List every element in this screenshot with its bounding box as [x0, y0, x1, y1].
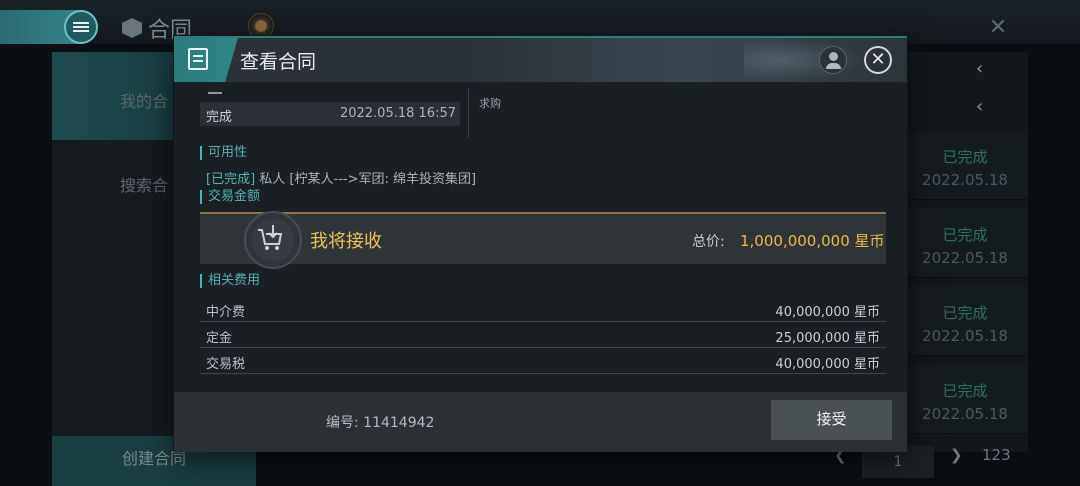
availability-status: [已完成] — [206, 172, 256, 187]
availability-heading: 可用性 — [200, 146, 247, 160]
fee-value: 40,000,000 星币 — [775, 357, 880, 372]
contract-id: 编号: 11414942 — [326, 415, 435, 431]
fee-value: 40,000,000 星币 — [775, 305, 880, 320]
row-status: 已完成 2022.05.18 — [922, 148, 1008, 189]
accept-button[interactable]: 接受 — [771, 400, 892, 440]
page-total: 123 — [982, 446, 1011, 464]
receive-label: 我将接收 — [310, 231, 382, 252]
fee-name: 交易税 — [206, 357, 246, 372]
contract-type: 求购 — [479, 97, 501, 110]
row-status: 已完成 2022.05.18 — [922, 304, 1008, 345]
chevron-left-icon[interactable]: ‹ — [976, 58, 983, 79]
dialog-footer: 编号: 11414942 接受 — [174, 392, 907, 452]
nav-item-my-contracts-label: 我的合 — [120, 92, 169, 111]
dialog-title: 查看合同 — [240, 51, 317, 73]
cart-icon — [258, 225, 283, 250]
table-row: 交易税 40,000,000 星币 — [200, 348, 886, 374]
fee-name: 定金 — [206, 331, 233, 346]
close-icon[interactable]: ✕ — [864, 46, 892, 74]
availability-text: 私人 [柠某人--->军团: 绵羊投资集团] — [259, 172, 477, 187]
view-contract-dialog: 查看合同 ✕ 完成 2022.05.18 16:57 求购 可用性 [已完成] … — [174, 36, 907, 452]
row-status: 已完成 2022.05.18 — [922, 382, 1008, 423]
person-icon[interactable] — [819, 46, 847, 74]
dialog-header: 查看合同 ✕ — [174, 38, 907, 82]
status-text: 完成 — [206, 110, 233, 125]
status-time: 2022.05.18 16:57 — [339, 106, 456, 121]
chevron-left-icon[interactable]: ‹ — [976, 96, 983, 117]
table-row: 定金 25,000,000 星币 — [200, 322, 886, 348]
menu-icon[interactable] — [64, 10, 98, 44]
total-value: 1,000,000,000 星币 — [740, 232, 885, 250]
fee-name: 中介费 — [206, 305, 246, 320]
amount-panel: 我将接收 总价: 1,000,000,000 星币 — [200, 211, 886, 269]
availability-info: [已完成] 私人 [柠某人--->军团: 绵羊投资集团] — [206, 168, 476, 187]
fees-table: 中介费 40,000,000 星币 定金 25,000,000 星币 交易税 4… — [200, 296, 886, 374]
divider — [468, 88, 469, 138]
table-row: 中介费 40,000,000 星币 — [200, 296, 886, 322]
close-icon[interactable]: ✕ — [984, 14, 1012, 42]
total-label: 总价: — [692, 234, 725, 250]
nav-item-search-contracts-label[interactable]: 搜索合 — [120, 172, 168, 196]
fees-heading: 相关费用 — [200, 274, 260, 288]
dialog-body: 完成 2022.05.18 16:57 求购 可用性 [已完成] 私人 [柠某人… — [174, 82, 907, 392]
scroll-icon — [188, 48, 208, 70]
fee-value: 25,000,000 星币 — [775, 331, 880, 346]
divider — [208, 92, 222, 94]
status-row: 完成 2022.05.18 16:57 — [200, 102, 460, 126]
next-page-icon[interactable]: ❯ — [950, 446, 963, 464]
row-status: 已完成 2022.05.18 — [922, 226, 1008, 267]
amount-heading: 交易金额 — [200, 190, 260, 204]
cube-icon — [122, 18, 142, 38]
